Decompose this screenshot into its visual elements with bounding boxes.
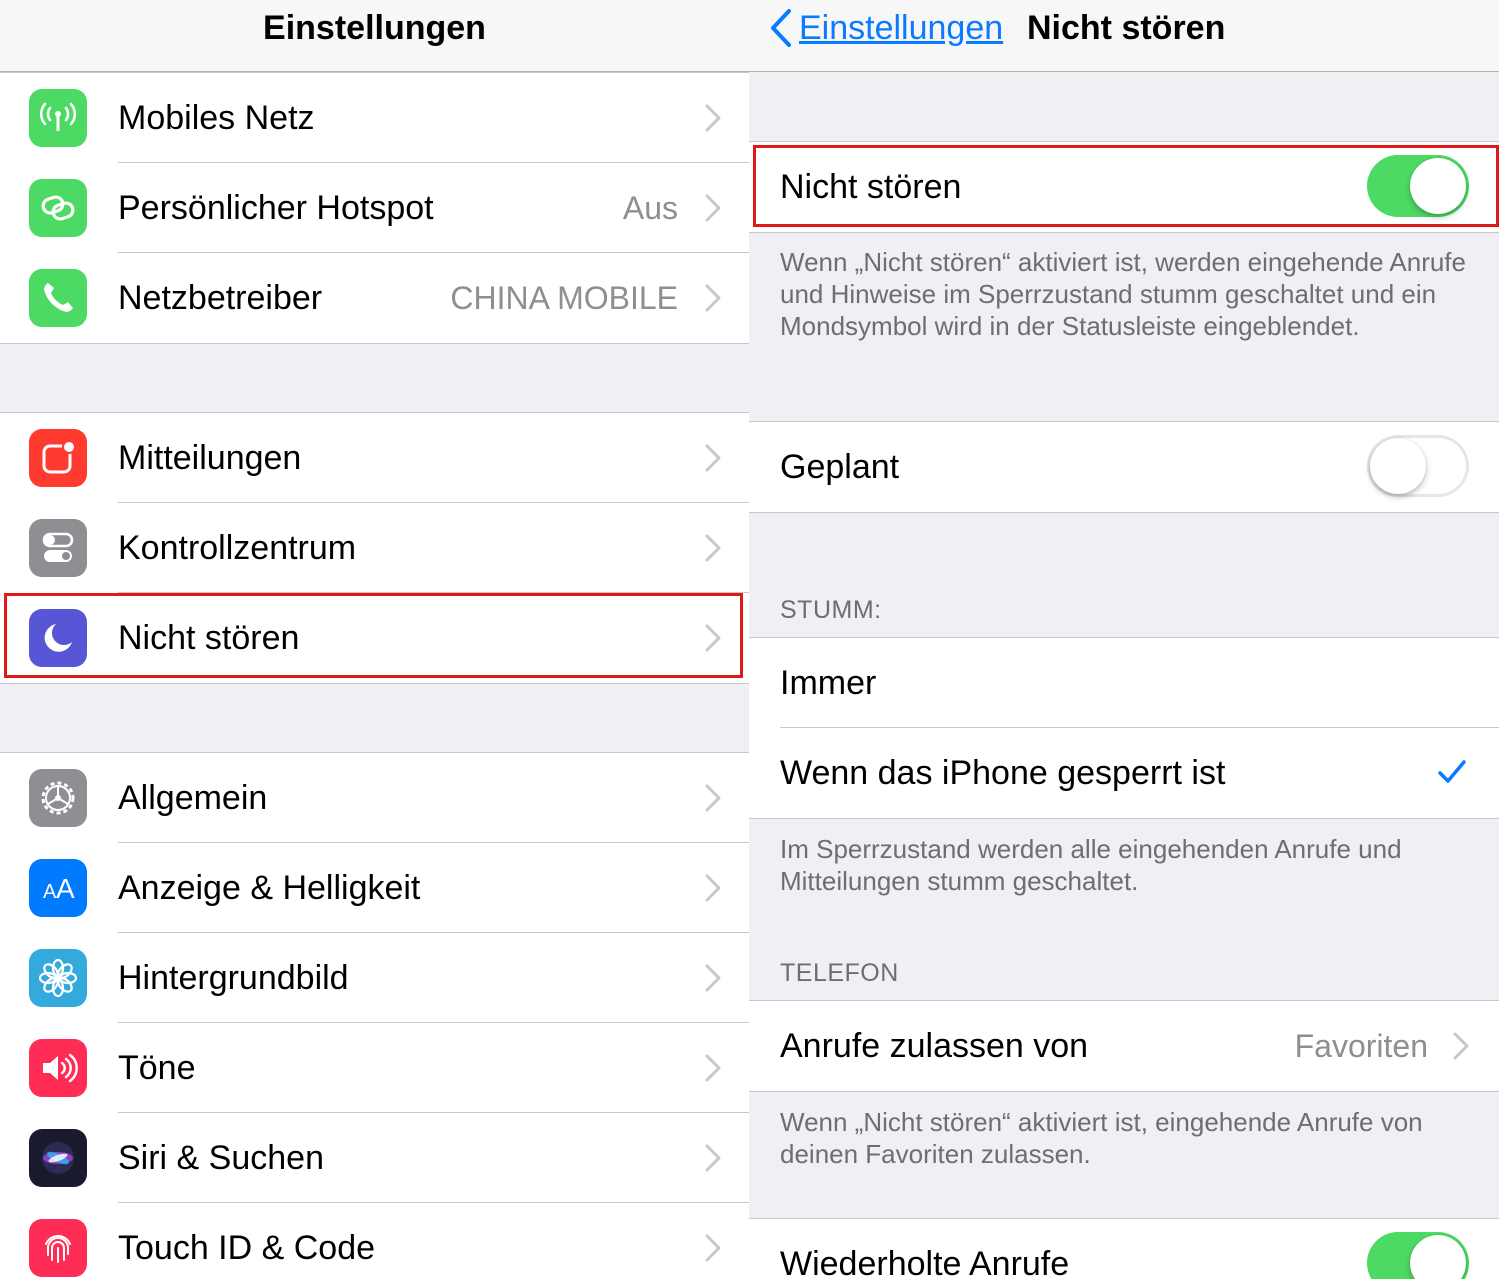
page-title: Einstellungen bbox=[263, 9, 486, 47]
settings-group-network: Mobiles Netz Persönlicher Hotspot Aus Ne… bbox=[0, 72, 749, 344]
scheduled-label: Geplant bbox=[780, 448, 900, 486]
settings-item-siri[interactable]: Siri & Suchen bbox=[0, 1112, 749, 1203]
silence-option-always[interactable]: Immer bbox=[749, 638, 1499, 728]
fingerprint-icon bbox=[29, 1219, 87, 1277]
flower-icon bbox=[29, 949, 87, 1007]
settings-item-label: Persönlicher Hotspot bbox=[118, 189, 434, 227]
chevron-right-icon bbox=[705, 194, 721, 222]
switches-icon bbox=[29, 519, 87, 577]
text-size-icon: AA bbox=[29, 859, 87, 917]
dnd-navbar: Einstellungen Nicht stören bbox=[749, 0, 1499, 72]
settings-item-toene[interactable]: Töne bbox=[0, 1022, 749, 1113]
allow-calls-group: Anrufe zulassen von Favoriten bbox=[749, 1000, 1499, 1092]
settings-item-value: Aus bbox=[622, 190, 678, 226]
settings-item-label: Anzeige & Helligkeit bbox=[118, 869, 421, 907]
scheduled-switch[interactable] bbox=[1367, 435, 1469, 497]
settings-item-netzbetreiber[interactable]: Netzbetreiber CHINA MOBILE bbox=[0, 252, 749, 343]
silence-options-group: Immer Wenn das iPhone gesperrt ist bbox=[749, 637, 1499, 819]
switch-knob bbox=[1410, 1235, 1466, 1279]
chevron-right-icon bbox=[705, 284, 721, 312]
switch-knob bbox=[1410, 158, 1466, 214]
repeated-calls-group: Wiederholte Anrufe bbox=[749, 1218, 1499, 1279]
chevron-right-icon bbox=[705, 784, 721, 812]
scheduled-row: Geplant bbox=[749, 422, 1499, 512]
hotspot-link-icon bbox=[29, 179, 87, 237]
dnd-toggle-switch[interactable] bbox=[1367, 155, 1469, 217]
chevron-right-icon bbox=[705, 964, 721, 992]
settings-item-value: CHINA MOBILE bbox=[450, 280, 678, 316]
dnd-toggle-row: Nicht stören bbox=[749, 142, 1499, 232]
notifications-icon bbox=[29, 429, 87, 487]
silence-option-locked[interactable]: Wenn das iPhone gesperrt ist bbox=[749, 727, 1499, 818]
silence-section-header: STUMM: bbox=[780, 596, 882, 624]
settings-item-label: Touch ID & Code bbox=[118, 1229, 376, 1267]
phone-section-header: TELEFON bbox=[780, 959, 899, 987]
dnd-toggle-label: Nicht stören bbox=[780, 168, 962, 206]
page-title: Nicht stören bbox=[1027, 9, 1226, 47]
settings-item-label: Mitteilungen bbox=[118, 439, 302, 477]
back-button[interactable]: Einstellungen bbox=[767, 4, 1003, 52]
chevron-right-icon bbox=[705, 1234, 721, 1262]
allow-calls-label: Anrufe zulassen von bbox=[780, 1027, 1089, 1065]
settings-item-label: Mobiles Netz bbox=[118, 99, 315, 137]
checkmark-icon bbox=[1438, 760, 1466, 783]
allow-calls-description: Wenn „Nicht stören“ aktiviert ist, einge… bbox=[780, 1107, 1423, 1169]
settings-item-label: Töne bbox=[118, 1049, 196, 1087]
silence-description: Im Sperrzustand werden alle eingehenden … bbox=[780, 834, 1402, 896]
settings-item-mitteilungen[interactable]: Mitteilungen bbox=[0, 413, 749, 503]
dnd-description: Wenn „Nicht stören“ aktiviert ist, werde… bbox=[780, 247, 1466, 341]
settings-item-label: Siri & Suchen bbox=[118, 1139, 324, 1177]
settings-item-label: Hintergrundbild bbox=[118, 959, 349, 997]
silence-option-label: Immer bbox=[780, 664, 877, 702]
phone-icon bbox=[29, 269, 87, 327]
settings-item-mobiles-netz[interactable]: Mobiles Netz bbox=[0, 73, 749, 163]
chevron-right-icon bbox=[705, 534, 721, 562]
chevron-right-icon bbox=[705, 104, 721, 132]
svg-text:A: A bbox=[56, 873, 75, 904]
scheduled-group: Geplant bbox=[749, 421, 1499, 513]
do-not-disturb-screen: Einstellungen Nicht stören Nicht stören … bbox=[749, 0, 1499, 1279]
settings-group-notifications: Mitteilungen Kontrollzentrum Nicht störe… bbox=[0, 412, 749, 684]
repeated-calls-label: Wiederholte Anrufe bbox=[780, 1245, 1070, 1279]
settings-item-touch-id[interactable]: Touch ID & Code bbox=[0, 1202, 749, 1279]
repeated-calls-switch[interactable] bbox=[1367, 1232, 1469, 1279]
settings-item-label: Nicht stören bbox=[118, 619, 300, 657]
chevron-right-icon bbox=[1453, 1032, 1469, 1060]
settings-screen: Einstellungen Mobiles Netz Persönlicher … bbox=[0, 0, 749, 1279]
chevron-right-icon bbox=[705, 1144, 721, 1172]
switch-knob bbox=[1370, 438, 1426, 494]
svg-text:A: A bbox=[43, 881, 57, 903]
settings-item-hotspot[interactable]: Persönlicher Hotspot Aus bbox=[0, 162, 749, 253]
settings-item-label: Allgemein bbox=[118, 779, 268, 817]
siri-icon bbox=[29, 1129, 87, 1187]
silence-option-label: Wenn das iPhone gesperrt ist bbox=[780, 754, 1226, 792]
chevron-right-icon bbox=[705, 874, 721, 902]
allow-calls-value: Favoriten bbox=[1294, 1028, 1428, 1064]
moon-icon bbox=[29, 609, 87, 667]
settings-item-label: Kontrollzentrum bbox=[118, 529, 357, 567]
settings-group-general: Allgemein AA Anzeige & Helligkeit Hinter… bbox=[0, 752, 749, 1279]
settings-item-kontrollzentrum[interactable]: Kontrollzentrum bbox=[0, 502, 749, 593]
settings-item-allgemein[interactable]: Allgemein bbox=[0, 753, 749, 843]
settings-item-anzeige[interactable]: AA Anzeige & Helligkeit bbox=[0, 842, 749, 933]
chevron-left-icon bbox=[771, 9, 791, 47]
allow-calls-row[interactable]: Anrufe zulassen von Favoriten bbox=[749, 1001, 1499, 1091]
back-button-label: Einstellungen bbox=[799, 9, 1004, 47]
chevron-right-icon bbox=[705, 444, 721, 472]
settings-item-nicht-stoeren[interactable]: Nicht stören bbox=[0, 592, 749, 683]
settings-item-hintergrundbild[interactable]: Hintergrundbild bbox=[0, 932, 749, 1023]
right-edge bbox=[1499, 0, 1503, 1279]
chevron-right-icon bbox=[705, 1054, 721, 1082]
speaker-icon bbox=[29, 1039, 87, 1097]
repeated-calls-row: Wiederholte Anrufe bbox=[749, 1219, 1499, 1279]
settings-navbar: Einstellungen bbox=[0, 0, 749, 72]
gear-icon bbox=[29, 769, 87, 827]
antenna-icon bbox=[29, 89, 87, 147]
chevron-right-icon bbox=[705, 624, 721, 652]
settings-item-label: Netzbetreiber bbox=[118, 279, 323, 317]
dnd-toggle-group: Nicht stören bbox=[749, 141, 1499, 233]
